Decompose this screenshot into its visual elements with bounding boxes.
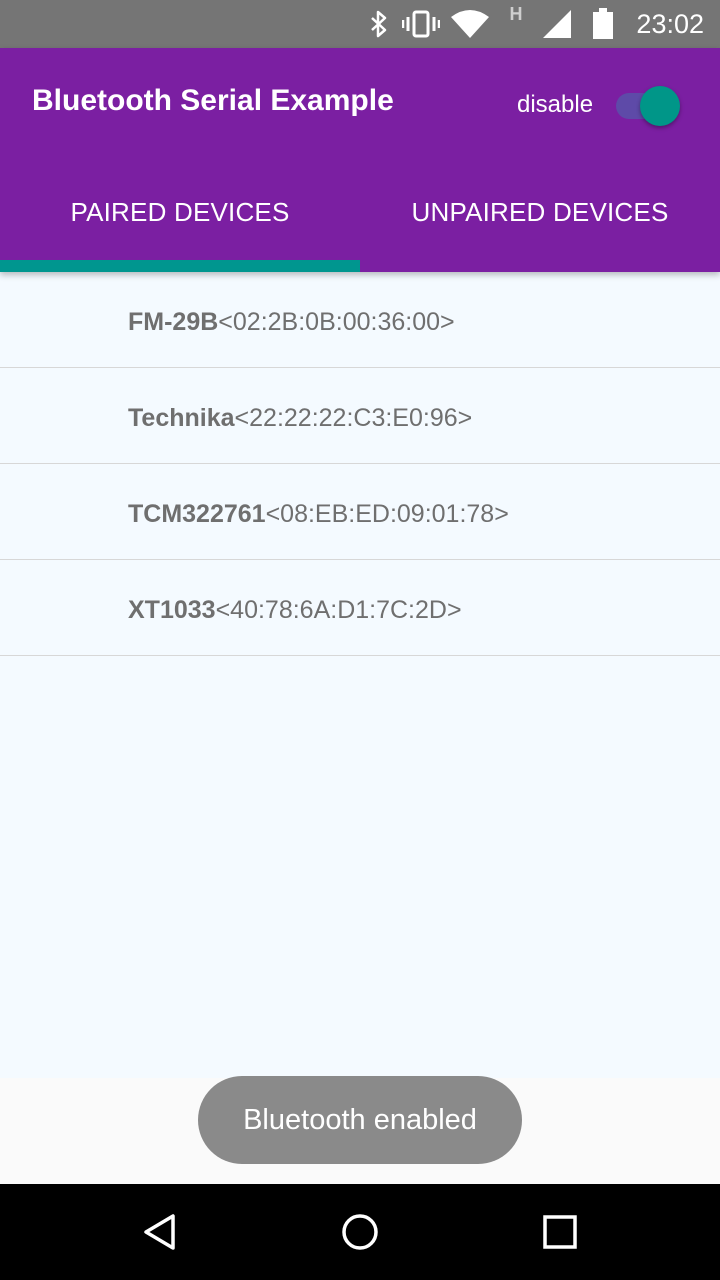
device-text: Technika<22:22:22:C3:E0:96> (128, 368, 472, 464)
device-name: FM-29B (128, 308, 219, 336)
app-title: Bluetooth Serial Example (32, 84, 394, 117)
device-address: <40:78:6A:D1:7C:2D> (215, 596, 462, 624)
screen: H 23:02 Bluetooth Serial Example disable… (0, 0, 720, 1280)
status-bar: H 23:02 (0, 0, 720, 48)
recents-icon[interactable] (536, 1208, 584, 1256)
paired-device-list: FM-29B<02:2B:0B:00:36:00> Technika<22:22… (0, 272, 720, 656)
tab-paired-devices[interactable]: PAIRED DEVICES (0, 160, 360, 272)
switch-thumb (640, 86, 680, 126)
cell-signal-icon (540, 8, 574, 40)
device-address: <22:22:22:C3:E0:96> (234, 404, 473, 432)
battery-icon (590, 8, 616, 40)
bluetooth-toggle-label: disable (517, 91, 594, 118)
bluetooth-icon (366, 8, 392, 40)
device-name: TCM322761 (128, 500, 266, 528)
device-text: XT1033<40:78:6A:D1:7C:2D> (128, 560, 462, 656)
device-text: TCM322761<08:EB:ED:09:01:78> (128, 464, 509, 560)
app-bar: Bluetooth Serial Example disable PAIRED … (0, 48, 720, 272)
back-icon[interactable] (136, 1208, 184, 1256)
vibrate-icon (402, 8, 440, 40)
toast-message: Bluetooth enabled (198, 1076, 522, 1164)
list-item[interactable]: FM-29B<02:2B:0B:00:36:00> (0, 272, 720, 368)
network-type-badge: H (509, 3, 523, 24)
bluetooth-toggle-switch[interactable] (612, 86, 684, 126)
device-name: XT1033 (128, 596, 216, 624)
device-address: <08:EB:ED:09:01:78> (265, 500, 509, 528)
list-item[interactable]: XT1033<40:78:6A:D1:7C:2D> (0, 560, 720, 656)
list-item[interactable]: Technika<22:22:22:C3:E0:96> (0, 368, 720, 464)
device-text: FM-29B<02:2B:0B:00:36:00> (128, 272, 455, 368)
tab-indicator (0, 260, 360, 272)
tab-unpaired-devices[interactable]: UNPAIRED DEVICES (360, 160, 720, 272)
wifi-icon (450, 8, 490, 40)
status-time: 23:02 (636, 9, 704, 39)
device-address: <02:2B:0B:00:36:00> (218, 308, 455, 336)
list-item[interactable]: TCM322761<08:EB:ED:09:01:78> (0, 464, 720, 560)
home-icon[interactable] (336, 1208, 384, 1256)
navigation-bar (0, 1184, 720, 1280)
device-name: Technika (128, 404, 235, 432)
